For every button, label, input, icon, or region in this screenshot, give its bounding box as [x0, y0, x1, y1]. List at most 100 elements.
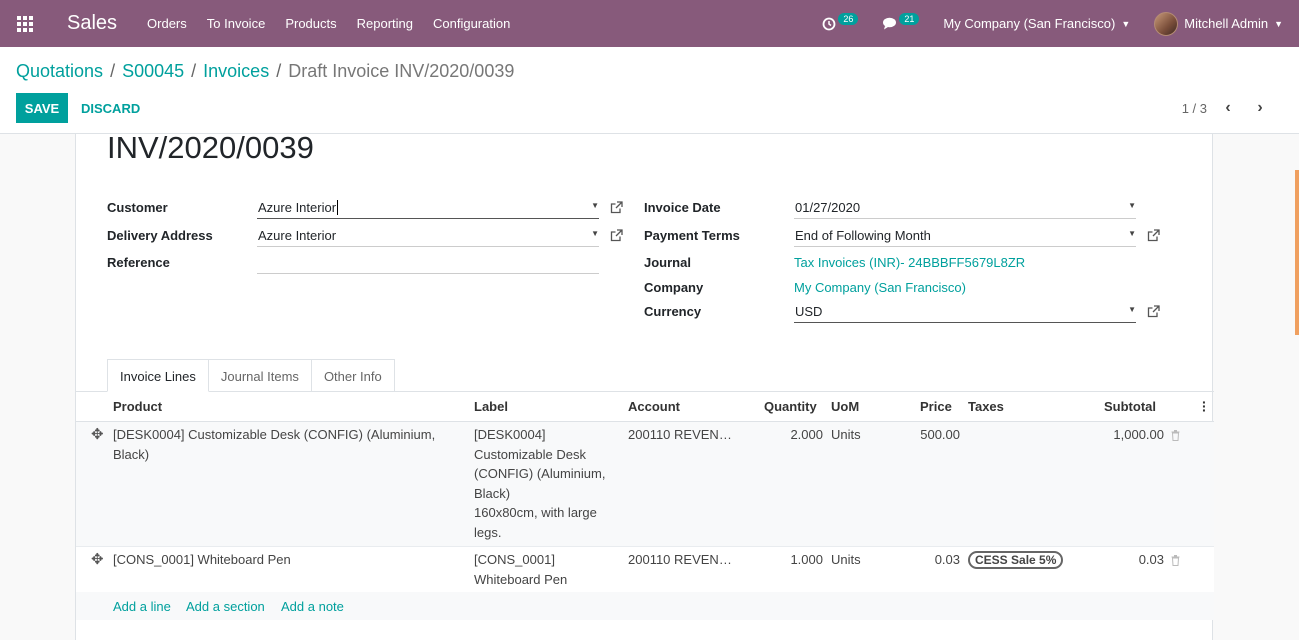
external-link-icon[interactable] — [610, 201, 623, 214]
invoice-date-value: 01/27/2020 — [795, 200, 861, 215]
breadcrumb: Quotations / S00045 / Invoices / Draft I… — [16, 61, 514, 82]
caret-down-icon[interactable]: ▼ — [591, 229, 599, 238]
label-line: [DESK0004] — [474, 427, 546, 442]
line-product[interactable]: [CONS_0001] Whiteboard Pen — [113, 550, 471, 570]
line-uom[interactable]: Units — [831, 425, 861, 445]
tabs-divider — [76, 391, 1214, 392]
activity-badge: 26 — [838, 12, 859, 25]
tab-journal-items[interactable]: Journal Items — [207, 359, 312, 392]
chevron-right-icon[interactable]: › — [1249, 99, 1271, 117]
invoice-date-input[interactable]: 01/27/2020 ▼ — [794, 197, 1136, 219]
trash-icon[interactable] — [1171, 430, 1180, 441]
payment-terms-input[interactable]: End of Following Month ▼ — [794, 225, 1136, 247]
scrollbar[interactable] — [1295, 170, 1299, 335]
drag-handle-icon[interactable]: ✥ — [91, 550, 104, 568]
caret-down-icon[interactable]: ▼ — [591, 201, 599, 210]
breadcrumb-invoices[interactable]: Invoices — [203, 61, 269, 82]
external-link-icon[interactable] — [610, 229, 623, 242]
add-section-link[interactable]: Add a section — [186, 599, 265, 614]
tab-other-info[interactable]: Other Info — [310, 359, 395, 392]
journal-link[interactable]: Tax Invoices (INR)- 24BBBFF5679L8ZR — [794, 255, 1025, 270]
tax-tag[interactable]: CESS Sale 5% — [968, 551, 1064, 569]
delivery-address-label: Delivery Address — [107, 228, 213, 243]
column-subtotal[interactable]: Subtotal — [1104, 399, 1156, 414]
line-account[interactable]: 200110 REVEN… — [628, 550, 732, 570]
label-line: [CONS_0001] — [474, 552, 555, 567]
messages-menu[interactable]: 21 — [882, 12, 920, 30]
currency-input[interactable]: USD ▼ — [794, 301, 1136, 323]
breadcrumb-current: Draft Invoice INV/2020/0039 — [288, 61, 515, 81]
column-label[interactable]: Label — [474, 399, 508, 414]
optional-columns-icon[interactable]: · · · — [1202, 395, 1207, 417]
line-price[interactable]: 0.03 — [886, 550, 960, 570]
invoice-number: INV/2020/0039 — [107, 130, 314, 165]
breadcrumb-separator: / — [276, 61, 282, 81]
discard-button[interactable]: DISCARD — [74, 93, 147, 123]
pager-value[interactable]: 1 / 3 — [1182, 101, 1207, 116]
company-label: Company — [644, 280, 704, 295]
line-product[interactable]: [DESK0004] Customizable Desk (CONFIG) (A… — [113, 425, 471, 464]
add-line-link[interactable]: Add a line — [113, 599, 171, 614]
menu-reporting[interactable]: Reporting — [357, 16, 413, 31]
line-quantity[interactable]: 1.000 — [736, 550, 823, 570]
breadcrumb-separator: / — [191, 61, 197, 81]
apps-menu-icon[interactable] — [0, 0, 50, 47]
label-line: Whiteboard Pen — [474, 571, 568, 587]
external-link-icon[interactable] — [1147, 305, 1160, 318]
drag-handle-icon[interactable]: ✥ — [91, 425, 104, 443]
reference-input[interactable] — [257, 252, 599, 274]
menu-to-invoice[interactable]: To Invoice — [207, 16, 266, 31]
label-line: Black) — [474, 485, 511, 501]
menu-products[interactable]: Products — [285, 16, 336, 31]
line-account[interactable]: 200110 REVEN… — [628, 425, 732, 445]
company-name: My Company (San Francisco) — [943, 16, 1116, 31]
column-uom[interactable]: UoM — [831, 399, 859, 414]
customer-input[interactable]: Azure Interior ▼ — [257, 197, 599, 219]
form-sheet: INV/2020/0039 Customer Azure Interior ▼ … — [75, 130, 1214, 640]
caret-down-icon[interactable]: ▼ — [1128, 201, 1136, 210]
menu-orders[interactable]: Orders — [147, 16, 187, 31]
company-link[interactable]: My Company (San Francisco) — [794, 280, 966, 295]
messages-badge: 21 — [899, 12, 920, 25]
user-name: Mitchell Admin — [1184, 16, 1269, 31]
notebook-tabs: Invoice Lines Journal Items Other Info — [107, 359, 395, 392]
caret-down-icon[interactable]: ▼ — [1128, 229, 1136, 238]
pager: 1 / 3 ‹ › — [1182, 99, 1271, 117]
breadcrumb-order[interactable]: S00045 — [122, 61, 184, 82]
activity-menu[interactable]: 26 — [822, 12, 859, 31]
line-price[interactable]: 500.00 — [886, 425, 960, 445]
line-label[interactable]: [DESK0004] Customizable Desk (CONFIG) (A… — [474, 425, 614, 542]
app-name[interactable]: Sales — [67, 12, 117, 35]
customer-value: Azure Interior — [258, 200, 337, 215]
trash-icon[interactable] — [1171, 555, 1180, 566]
column-price[interactable]: Price — [920, 399, 952, 414]
add-note-link[interactable]: Add a note — [281, 599, 344, 614]
caret-down-icon: ▼ — [1274, 18, 1283, 29]
delivery-address-input[interactable]: Azure Interior ▼ — [257, 225, 599, 247]
journal-label: Journal — [644, 255, 691, 270]
reference-label: Reference — [107, 255, 170, 270]
tab-invoice-lines[interactable]: Invoice Lines — [107, 359, 209, 392]
column-product[interactable]: Product — [113, 399, 162, 414]
line-label[interactable]: [CONS_0001] Whiteboard Pen — [474, 550, 614, 589]
external-link-icon[interactable] — [1147, 229, 1160, 242]
company-switcher[interactable]: My Company (San Francisco) ▼ — [943, 16, 1130, 31]
breadcrumb-quotations[interactable]: Quotations — [16, 61, 103, 82]
column-account[interactable]: Account — [628, 399, 680, 414]
save-button[interactable]: SAVE — [16, 93, 68, 123]
caret-down-icon[interactable]: ▼ — [1128, 305, 1136, 314]
label-line: 160x80cm, with large — [474, 505, 597, 520]
user-menu[interactable]: Mitchell Admin ▼ — [1154, 11, 1283, 36]
label-line: legs. — [474, 524, 502, 540]
menu-configuration[interactable]: Configuration — [433, 16, 510, 31]
chevron-left-icon[interactable]: ‹ — [1217, 99, 1239, 117]
column-taxes[interactable]: Taxes — [968, 399, 1004, 414]
control-panel: Quotations / S00045 / Invoices / Draft I… — [0, 47, 1299, 134]
line-quantity[interactable]: 2.000 — [736, 425, 823, 445]
payment-terms-label: Payment Terms — [644, 228, 740, 243]
invoice-date-label: Invoice Date — [644, 200, 721, 215]
column-quantity[interactable]: Quantity — [764, 399, 817, 414]
avatar — [1154, 11, 1179, 36]
chat-icon — [883, 17, 897, 30]
line-uom[interactable]: Units — [831, 550, 861, 570]
